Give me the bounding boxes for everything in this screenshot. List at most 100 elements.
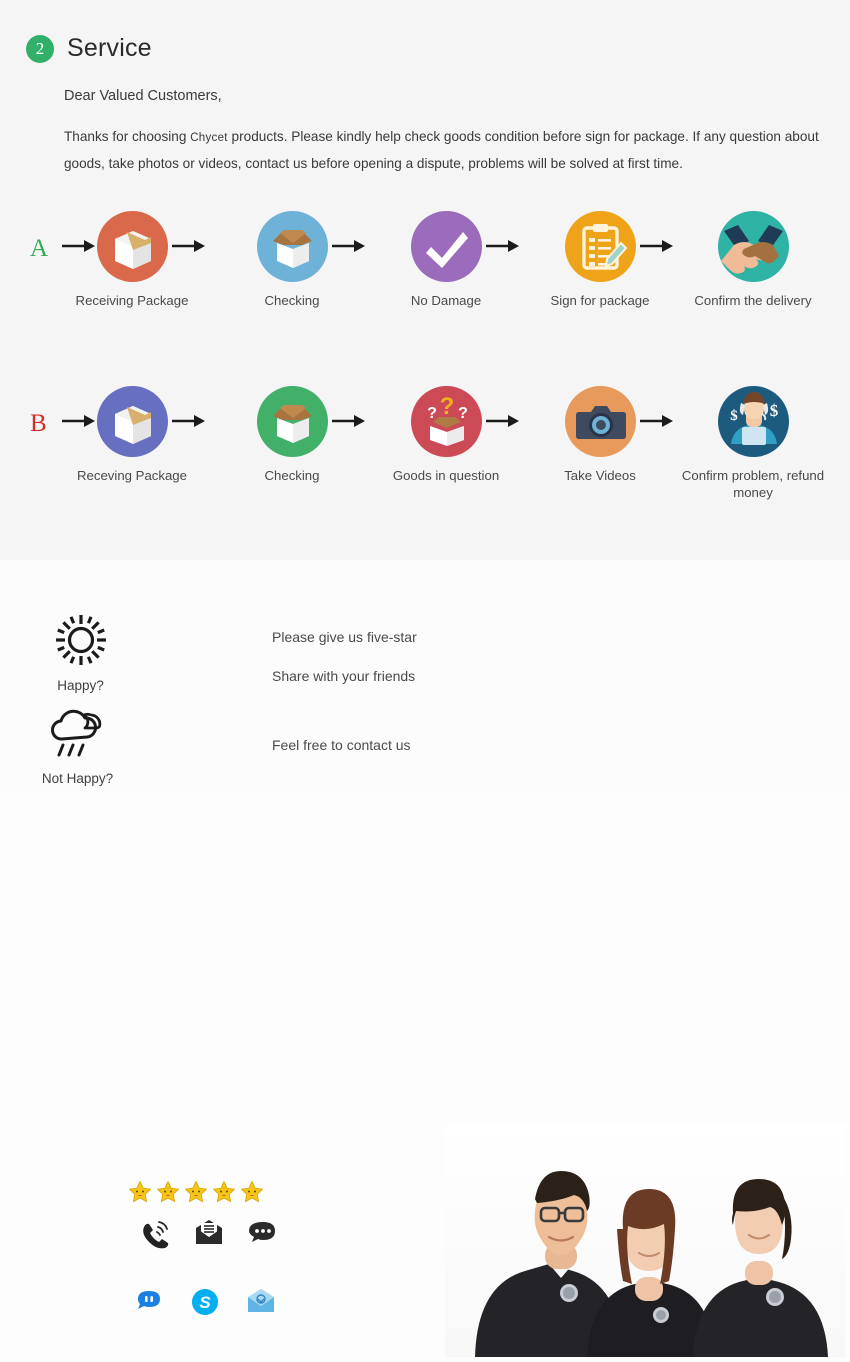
service-section: 2 Service Dear Valued Customers, Thanks … <box>0 0 850 560</box>
flow-row-b: B Receving Package Checking??? Goods in qu… <box>0 380 850 500</box>
flow-step: No Damage <box>371 211 521 309</box>
svg-text:S: S <box>199 1293 211 1312</box>
mood-not-happy-block: Not Happy? <box>25 705 130 786</box>
star-icon <box>157 1181 179 1203</box>
flow-step-label: Confirm problem, refund money <box>681 468 825 500</box>
flow-step: Receving Package <box>57 386 207 484</box>
arrow-right-icon <box>332 240 365 252</box>
flow-step: Checking <box>217 386 367 484</box>
arrow-right-icon <box>172 415 205 427</box>
support-agent-icon: $ $ <box>730 392 778 445</box>
flow-step-circle <box>410 211 482 282</box>
flow-step-label: Take Videos <box>564 468 636 483</box>
flow-step-label: Receving Package <box>77 468 187 483</box>
flow-step-circle <box>256 211 328 282</box>
flow-step-circle <box>256 386 328 457</box>
sun-icon <box>55 615 106 665</box>
page-title: Service <box>67 34 152 62</box>
flow-step-label: No Damage <box>410 293 482 308</box>
intro-paragraph: Thanks for choosing Chycet products. Ple… <box>64 124 834 177</box>
flow-step-label: Sign for package <box>550 293 650 308</box>
flow-row-letter-a: A <box>30 235 49 262</box>
intro-text-part1: Thanks for choosing <box>64 129 191 144</box>
flow-arrow <box>172 239 206 253</box>
envelope-message-icon[interactable] <box>194 1219 224 1249</box>
svg-text:?: ? <box>458 405 468 422</box>
question-box-icon: ??? <box>427 393 468 446</box>
team-photo <box>445 1125 845 1362</box>
brand-name: Chycet <box>190 132 228 144</box>
phone-ringing-icon[interactable] <box>140 1219 170 1249</box>
flow-step: ??? Goods in question <box>371 386 521 484</box>
star-icon <box>185 1181 207 1203</box>
section-heading: 2 Service <box>26 34 152 63</box>
arrow-right-icon <box>172 240 205 252</box>
flow-arrow <box>172 414 206 428</box>
flow-step: Confirm the delivery <box>678 211 828 309</box>
flow-step-label: Checking <box>264 468 320 483</box>
mood-not-happy-label: Not Happy? <box>41 771 114 786</box>
handshake-icon <box>720 225 783 274</box>
flow-step: Receiving Package <box>57 211 207 309</box>
checkmark-icon <box>425 232 468 268</box>
flow-step: Checking <box>217 211 367 309</box>
flow-step-label: Receiving Package <box>75 293 189 308</box>
svg-text:$: $ <box>730 408 738 424</box>
flow-step: $ $ Confirm problem, refund money <box>678 386 828 501</box>
section-number-badge: 2 <box>26 34 54 63</box>
alitalk-icon[interactable] <box>134 1287 164 1317</box>
arrow-right-icon <box>332 415 365 427</box>
flow-step: Take Videos <box>525 386 675 484</box>
flow-arrow <box>332 414 366 428</box>
flow-arrow <box>486 239 520 253</box>
rain-cloud-icon <box>50 709 101 757</box>
mood-happy-label: Happy? <box>57 678 104 693</box>
contact-line-2: Share with your friends <box>272 668 416 684</box>
star-icon <box>129 1181 151 1203</box>
flow-step-label: Confirm the delivery <box>694 293 812 308</box>
flow-arrow <box>332 239 366 253</box>
mood-happy-block: Happy? <box>28 612 133 693</box>
flow-row-a: A Receiving Package Checking No Damage Sign… <box>0 205 850 325</box>
open-box-icon <box>272 230 312 268</box>
flow-arrow <box>486 414 520 428</box>
flow-step-label: Goods in question <box>392 468 500 483</box>
skype-icon[interactable]: S <box>190 1287 220 1317</box>
contact-icons-row-1 <box>140 1219 278 1249</box>
clipboard-pencil-icon <box>581 224 627 270</box>
flow-step: Sign for package <box>525 211 675 309</box>
flow-step-label: Checking <box>264 293 320 308</box>
flow-step-circle <box>96 211 168 282</box>
flow-arrow <box>640 239 674 253</box>
sealed-box-icon <box>114 406 151 444</box>
flow-step-circle <box>717 211 789 282</box>
service-page: 2 Service Dear Valued Customers, Thanks … <box>0 0 850 1357</box>
sealed-box-icon <box>114 231 151 269</box>
open-box-icon <box>272 405 312 443</box>
salutation-text: Dear Valued Customers, <box>64 88 222 104</box>
flow-step-circle: ??? <box>410 386 482 457</box>
svg-text:?: ? <box>427 405 437 422</box>
contact-section: Happy? Not Happy? Please give us five-st… <box>0 560 850 1357</box>
arrow-right-icon <box>486 240 519 252</box>
flow-step-circle <box>564 211 636 282</box>
flow-step-circle <box>564 386 636 457</box>
contact-line-1: Please give us five-star <box>272 629 417 645</box>
star-icon <box>213 1181 235 1203</box>
camera-icon <box>575 406 626 439</box>
arrow-right-icon <box>640 415 673 427</box>
arrow-right-icon <box>486 415 519 427</box>
star-rating <box>128 1180 264 1204</box>
star-icon <box>241 1181 263 1203</box>
flow-arrow <box>640 414 674 428</box>
flow-step-circle <box>96 386 168 457</box>
contact-icons-row-2: S <box>134 1287 276 1317</box>
flow-step-circle: $ $ <box>717 386 789 457</box>
blue-envelope-icon[interactable] <box>246 1287 276 1317</box>
svg-text:$: $ <box>769 401 778 420</box>
svg-text:?: ? <box>439 393 454 420</box>
arrow-right-icon <box>640 240 673 252</box>
flow-row-letter-b: B <box>30 410 47 437</box>
contact-line-3: Feel free to contact us <box>272 737 411 753</box>
chat-bubble-icon[interactable] <box>248 1219 278 1249</box>
